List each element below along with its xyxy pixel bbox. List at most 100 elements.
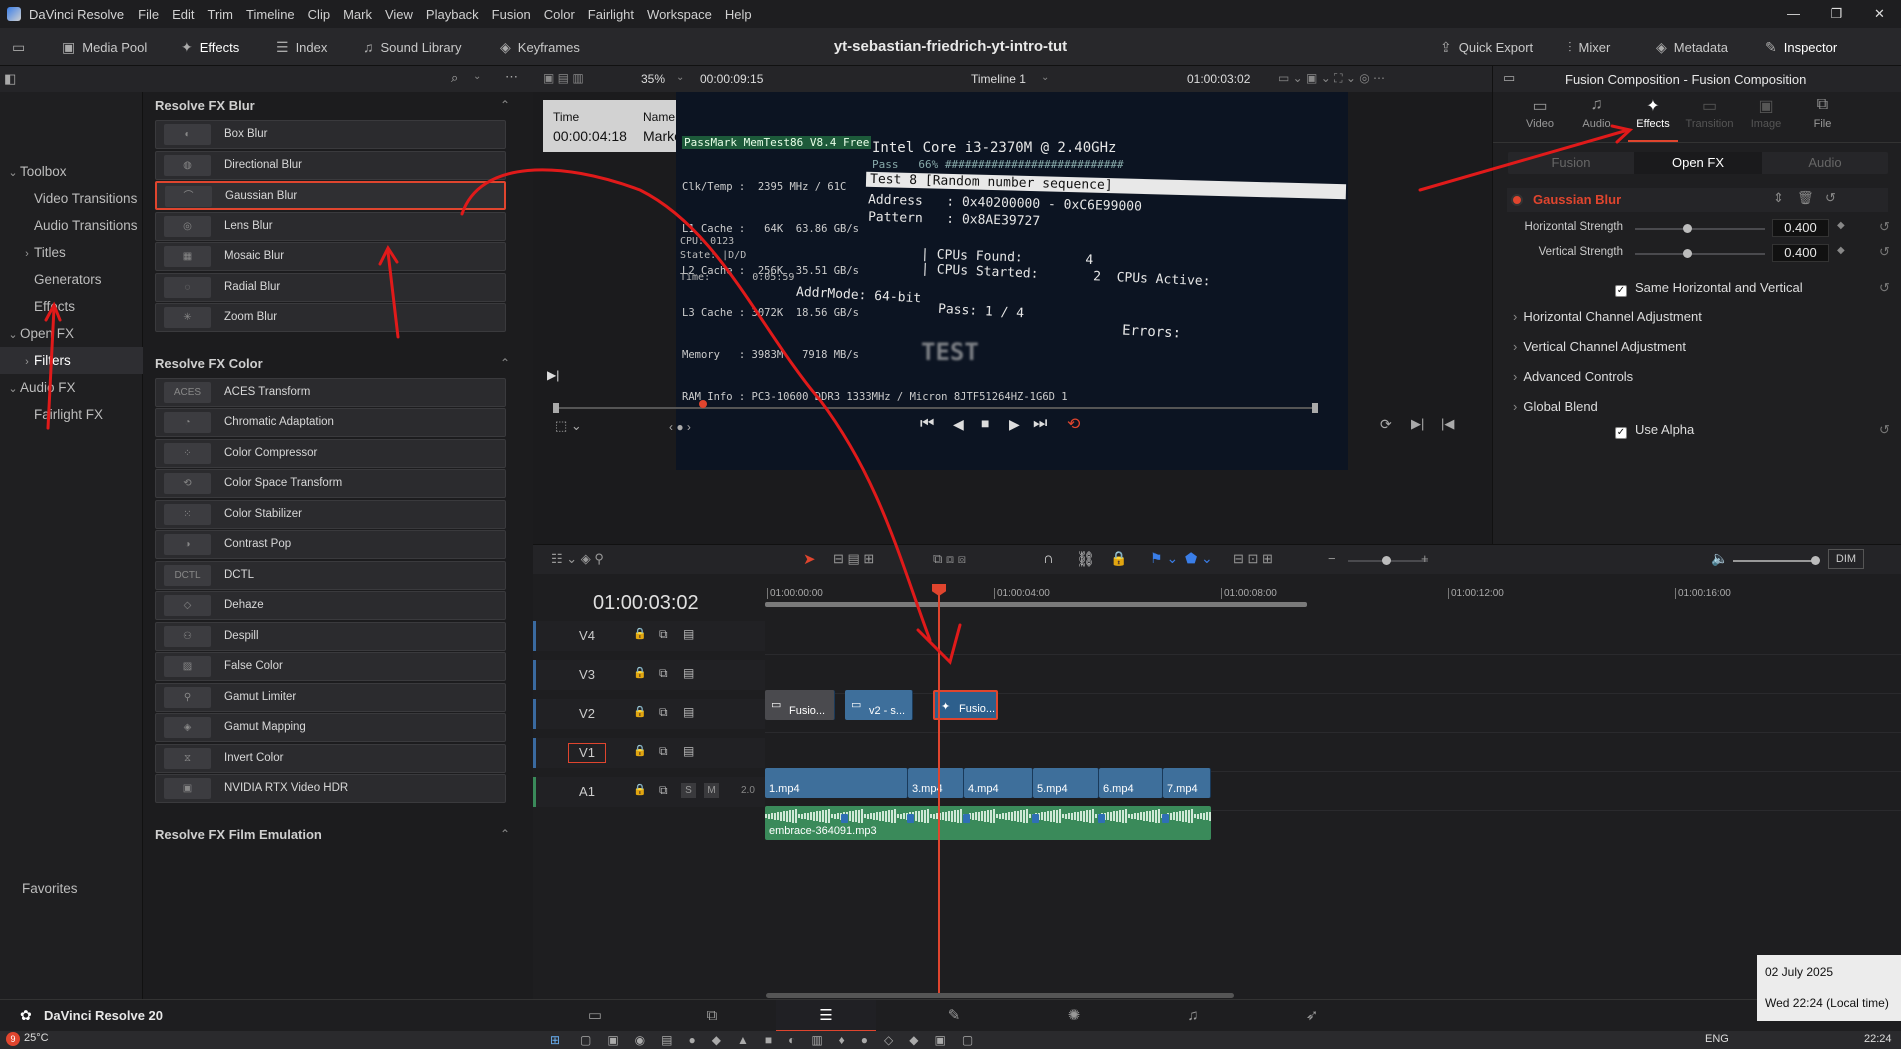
inspector-tab-effects[interactable]: ✦ Effects [1628,96,1678,142]
menu-help[interactable]: Help [725,7,752,22]
marker-icon[interactable]: ⬟ ⌄ [1185,550,1213,567]
play-around-icon[interactable]: ▶| [547,368,559,382]
next-edit-icon[interactable]: ▶| [1411,416,1424,432]
fx-item-despill[interactable]: ⚇ Despill [155,621,506,651]
page-deliver[interactable]: ➶ [1262,1000,1362,1032]
audio-keyframe-marker[interactable] [1098,814,1105,823]
zoom-chevron-icon[interactable]: ⌄ [676,72,684,83]
maximize-button[interactable]: ❐ [1815,0,1858,28]
param-slider[interactable] [1635,228,1765,230]
fx-item-mosaic-blur[interactable]: ▦ Mosaic Blur [155,242,506,271]
lock-icon[interactable]: 🔒 [1110,550,1127,567]
keyframes-button[interactable]: ◈ Keyframes [500,28,580,66]
sidebar-item-audio-fx[interactable]: ⌄ Audio FX [0,374,143,401]
in-point-handle[interactable] [553,403,559,413]
quick-export-button[interactable]: ⇪ Quick Export [1440,28,1533,66]
chevron-down-icon[interactable]: ⌄ [473,71,481,82]
weather-widget[interactable]: 25°C [24,1032,49,1044]
auto-select-icon[interactable]: ⧉ [659,783,668,798]
track-visibility-icon[interactable]: ▤ [683,666,694,680]
go-to-start-icon[interactable]: ⏮ [920,415,934,433]
sidebar-item-video-transitions[interactable]: Video Transitions [0,185,143,212]
subtab-openfx[interactable]: Open FX [1634,152,1762,174]
menu-fusion[interactable]: Fusion [492,7,531,22]
group-global-blend[interactable]: › Global Blend [1513,399,1598,414]
timeline-playhead[interactable] [938,584,940,994]
track-lane-v4[interactable] [765,616,1901,655]
timeline-zoom-knob[interactable] [1382,556,1391,565]
track-name[interactable]: V4 [568,621,606,651]
param-value[interactable]: 0.400 [1772,219,1829,237]
fx-item-color-stabilizer[interactable]: ⁙ Color Stabilizer [155,499,506,529]
fx-item-false-color[interactable]: ▨ False Color [155,652,506,681]
sidebar-item-filters[interactable]: › Filters [0,347,143,374]
auto-select-icon[interactable]: ⧉ [659,705,668,720]
transform-icon[interactable]: ⬚ ⌄ [555,418,582,434]
audio-keyframe-marker[interactable] [841,814,848,823]
same-hv-row[interactable]: ✓ Same Horizontal and Vertical [1615,280,1803,297]
minimize-button[interactable]: — [1772,0,1815,28]
fx-item-color-compressor[interactable]: ⁘ Color Compressor [155,438,506,468]
timeline-view-options-icon[interactable]: ☷ ⌄ ◈ ⚲ [551,551,604,567]
match-frame-icon[interactable]: ⟳ [1380,416,1392,433]
auto-select-icon[interactable]: ⧉ [659,627,668,642]
flag-icon[interactable]: ⚑ ⌄ [1150,550,1178,567]
fx-item-gaussian-blur[interactable]: ⌒ Gaussian Blur [155,181,506,210]
search-icon[interactable]: ⌕ [451,70,458,86]
timeline-selector[interactable]: Timeline 1 [971,72,1026,86]
inspector-tab-image[interactable]: ▣ Image [1741,96,1791,142]
effect-enable-toggle[interactable] [1511,194,1523,206]
sidebar-item-toolbox[interactable]: ⌄ Toolbox [0,158,143,185]
clip-v1[interactable]: 5.mp4 [1033,768,1099,798]
track-visibility-icon[interactable]: ▤ [683,627,694,641]
clip-v1[interactable]: 7.mp4 [1163,768,1211,798]
track-lock-icon[interactable]: 🔒 [633,705,647,718]
page-edit[interactable]: ☰ [776,1000,876,1032]
group-advanced-controls[interactable]: › Advanced Controls [1513,369,1633,384]
sidebar-item-fairlight-fx[interactable]: Fairlight FX [0,401,143,428]
insert-overwrite-icons[interactable]: ⧉ ⧈ ⧇ [933,551,966,567]
param-slider-knob[interactable] [1683,249,1692,258]
fx-item-color-space-transform[interactable]: ⟲ Color Space Transform [155,469,506,498]
scrubber-playhead[interactable] [699,400,707,408]
subtab-fusion[interactable]: Fusion [1508,155,1634,170]
clip-v1[interactable]: 3.mp4 [908,768,964,798]
sound-library-button[interactable]: ♫ Sound Library [363,28,461,66]
clip-v3[interactable]: ▭ v2 - s... [845,690,913,720]
menu-playback[interactable]: Playback [426,7,479,22]
group-horizontal-channel-adjustment[interactable]: › Horizontal Channel Adjustment [1513,309,1702,324]
menu-trim[interactable]: Trim [208,7,234,22]
checkbox-checked-icon[interactable]: ✓ [1615,285,1627,297]
layout-icon[interactable]: ▭ [12,28,32,66]
dim-button[interactable]: DIM [1828,549,1864,569]
mute-speaker-icon[interactable]: 🔈 [1711,550,1728,567]
inspector-button[interactable]: ✎ Inspector [1765,28,1837,66]
auto-select-icon[interactable]: ⧉ [659,666,668,681]
clip-v1[interactable]: 6.mp4 [1099,768,1163,798]
jog-icon[interactable]: ‹ ● › [669,420,691,434]
fx-item-lens-blur[interactable]: ◎ Lens Blur [155,211,506,241]
track-lane-v3[interactable] [765,655,1901,694]
use-alpha-row[interactable]: ✓ Use Alpha [1615,422,1694,439]
reorder-icon[interactable]: ⇕ [1773,190,1784,206]
track-lock-icon[interactable]: 🔒 [633,666,647,679]
video-frame[interactable]: PassMark MemTest86 V8.4 Free Intel Core … [676,92,1348,470]
fx-item-dctl[interactable]: DCTL DCTL [155,560,506,590]
zoom-in-icon[interactable]: + [1421,551,1429,566]
fx-item-chromatic-adaptation[interactable]: ◔ Chromatic Adaptation [155,408,506,437]
fx-item-dehaze[interactable]: ◇ Dehaze [155,591,506,620]
fx-item-directional-blur[interactable]: ◍ Directional Blur [155,150,506,180]
param-slider[interactable] [1635,253,1765,255]
fx-item-zoom-blur[interactable]: ✳ Zoom Blur [155,303,506,332]
page-cut[interactable]: ⧉ [662,1000,762,1032]
inspector-tab-video[interactable]: ▭ Video [1515,96,1565,142]
track-lock-icon[interactable]: 🔒 [633,627,647,640]
track-name[interactable]: V1 [568,743,606,763]
collapse-chevron-icon[interactable]: ⌃ [500,98,510,112]
inspector-tab-transition[interactable]: ▭ Transition [1685,96,1735,142]
stop-icon[interactable]: ■ [981,415,989,431]
checkbox-checked-icon[interactable]: ✓ [1615,427,1627,439]
page-fusion[interactable]: ✎ [904,1000,1004,1032]
keyframe-diamond-icon[interactable]: ◆ [1837,220,1845,231]
reset-icon[interactable]: ↺ [1879,244,1890,260]
